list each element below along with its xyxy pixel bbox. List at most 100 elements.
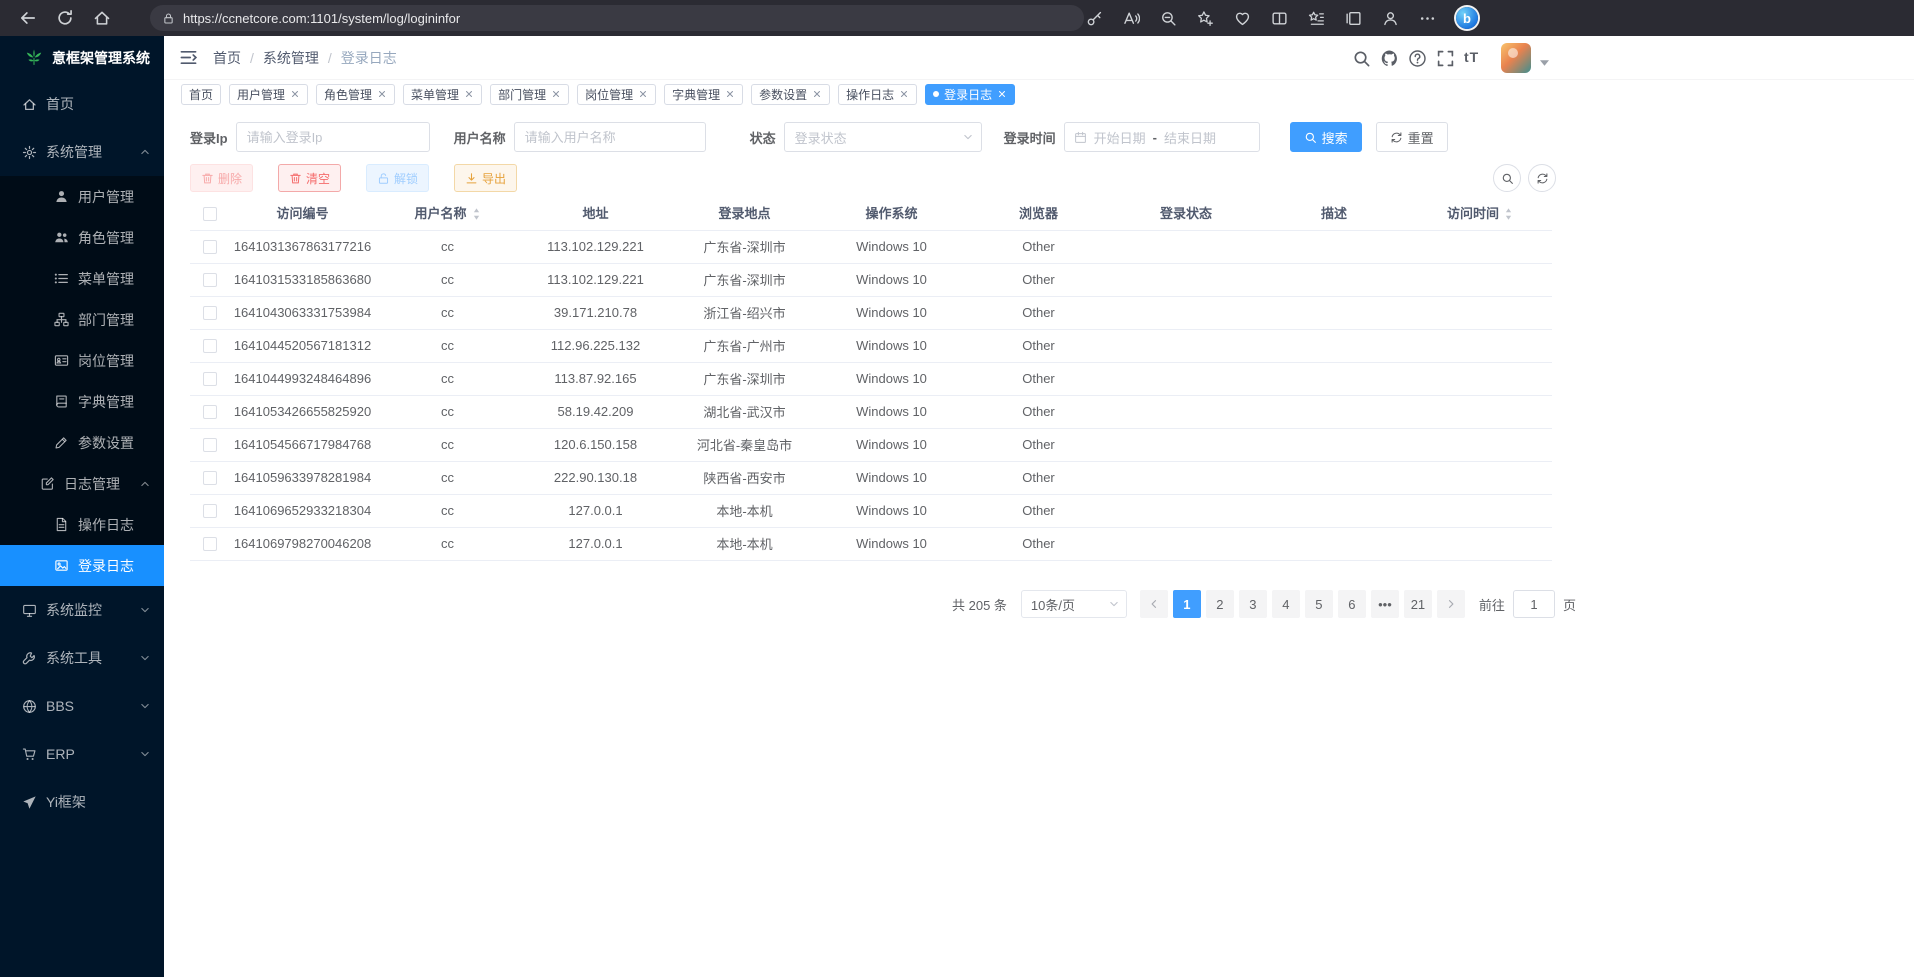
row-checkbox[interactable] bbox=[203, 273, 217, 287]
favorites-icon[interactable] bbox=[1308, 10, 1325, 27]
font-size-icon[interactable]: tT bbox=[1464, 49, 1479, 68]
collections-icon[interactable] bbox=[1345, 10, 1362, 27]
column-header[interactable]: 用户名称 bbox=[375, 196, 520, 230]
user-avatar[interactable] bbox=[1501, 43, 1531, 73]
sidebar-item-role-management[interactable]: 角色管理 bbox=[0, 217, 164, 258]
read-aloud-icon[interactable] bbox=[1123, 10, 1140, 27]
row-checkbox[interactable] bbox=[203, 537, 217, 551]
tab-post-management[interactable]: 岗位管理 bbox=[577, 84, 656, 105]
settings-menu-icon[interactable] bbox=[1419, 10, 1436, 27]
page-button-5[interactable]: 5 bbox=[1305, 590, 1333, 618]
sidebar-item-yi-framework[interactable]: Yi框架 bbox=[0, 782, 164, 822]
reload-icon[interactable] bbox=[56, 9, 74, 27]
row-checkbox[interactable] bbox=[203, 504, 217, 518]
sidebar-item-department-management[interactable]: 部门管理 bbox=[0, 299, 164, 340]
split-screen-icon[interactable] bbox=[1271, 10, 1288, 27]
sidebar-item-user-management[interactable]: 用户管理 bbox=[0, 176, 164, 217]
user-name-input[interactable] bbox=[514, 122, 706, 152]
page-button-4[interactable]: 4 bbox=[1272, 590, 1300, 618]
search-icon[interactable] bbox=[1352, 49, 1371, 68]
sidebar-item-home[interactable]: 首页 bbox=[0, 84, 164, 124]
unlock-button[interactable]: 解锁 bbox=[366, 164, 429, 192]
sidebar-item-bbs[interactable]: BBS bbox=[0, 686, 164, 726]
address-bar[interactable]: https://ccnetcore.com:1101/system/log/lo… bbox=[150, 5, 1084, 31]
row-checkbox[interactable] bbox=[203, 405, 217, 419]
page-jump-input[interactable] bbox=[1513, 590, 1555, 618]
page-button-6[interactable]: 6 bbox=[1338, 590, 1366, 618]
breadcrumb-item[interactable]: 系统管理 bbox=[263, 48, 319, 68]
close-icon[interactable] bbox=[638, 89, 648, 99]
page-ellipsis[interactable]: ••• bbox=[1371, 590, 1399, 618]
row-checkbox[interactable] bbox=[203, 471, 217, 485]
close-icon[interactable] bbox=[725, 89, 735, 99]
tab-home[interactable]: 首页 bbox=[181, 84, 221, 105]
close-icon[interactable] bbox=[551, 89, 561, 99]
sidebar-item-login-log[interactable]: 登录日志 bbox=[0, 545, 164, 586]
browser-essentials-icon[interactable] bbox=[1234, 10, 1251, 27]
tab-parameter-settings[interactable]: 参数设置 bbox=[751, 84, 830, 105]
tab-login-log[interactable]: 登录日志 bbox=[925, 84, 1015, 105]
close-icon[interactable] bbox=[812, 89, 822, 99]
copilot-icon[interactable]: b bbox=[1456, 7, 1478, 29]
sidebar-item-erp[interactable]: ERP bbox=[0, 734, 164, 774]
lock-icon[interactable] bbox=[162, 12, 175, 25]
table-search-toggle[interactable] bbox=[1493, 164, 1521, 192]
tab-department-management[interactable]: 部门管理 bbox=[490, 84, 569, 105]
select-all-checkbox[interactable] bbox=[203, 207, 217, 221]
sidebar-item-system-tools[interactable]: 系统工具 bbox=[0, 638, 164, 678]
close-icon[interactable] bbox=[997, 89, 1007, 99]
date-range-picker[interactable]: 开始日期 - 结束日期 bbox=[1064, 122, 1260, 152]
fullscreen-icon[interactable] bbox=[1436, 49, 1455, 68]
tab-dictionary-management[interactable]: 字典管理 bbox=[664, 84, 743, 105]
home-icon[interactable] bbox=[93, 9, 111, 27]
back-icon[interactable] bbox=[19, 9, 37, 27]
sidebar-item-menu-management[interactable]: 菜单管理 bbox=[0, 258, 164, 299]
column-header[interactable]: 访问时间 bbox=[1408, 196, 1552, 230]
reset-button[interactable]: 重置 bbox=[1376, 122, 1448, 152]
add-favorite-icon[interactable] bbox=[1197, 10, 1214, 27]
breadcrumb-item[interactable]: 首页 bbox=[213, 48, 241, 68]
close-icon[interactable] bbox=[464, 89, 474, 99]
tab-role-management[interactable]: 角色管理 bbox=[316, 84, 395, 105]
next-page-button[interactable] bbox=[1437, 590, 1465, 618]
row-checkbox[interactable] bbox=[203, 339, 217, 353]
sidebar-item-parameter-settings[interactable]: 参数设置 bbox=[0, 422, 164, 463]
sidebar-item-log-management[interactable]: 日志管理 bbox=[0, 463, 164, 504]
close-icon[interactable] bbox=[899, 89, 909, 99]
page-button-3[interactable]: 3 bbox=[1239, 590, 1267, 618]
page-size-select[interactable]: 10条/页 bbox=[1021, 590, 1127, 618]
row-checkbox[interactable] bbox=[203, 240, 217, 254]
sidebar-item-post-management[interactable]: 岗位管理 bbox=[0, 340, 164, 381]
row-checkbox[interactable] bbox=[203, 372, 217, 386]
status-select[interactable]: 登录状态 bbox=[784, 122, 982, 152]
page-button-1[interactable]: 1 bbox=[1173, 590, 1201, 618]
profile-icon[interactable] bbox=[1382, 10, 1399, 27]
tab-user-management[interactable]: 用户管理 bbox=[229, 84, 308, 105]
zoom-out-icon[interactable] bbox=[1160, 10, 1177, 27]
github-icon[interactable] bbox=[1380, 49, 1399, 68]
clear-button[interactable]: 清空 bbox=[278, 164, 341, 192]
table-refresh-button[interactable] bbox=[1528, 164, 1556, 192]
login-ip-input[interactable] bbox=[236, 122, 430, 152]
row-checkbox[interactable] bbox=[203, 306, 217, 320]
export-button[interactable]: 导出 bbox=[454, 164, 517, 192]
sidebar-item-dictionary-management[interactable]: 字典管理 bbox=[0, 381, 164, 422]
help-icon[interactable] bbox=[1408, 49, 1427, 68]
sort-caret-icon[interactable] bbox=[472, 207, 481, 221]
delete-button[interactable]: 删除 bbox=[190, 164, 253, 192]
tab-menu-management[interactable]: 菜单管理 bbox=[403, 84, 482, 105]
search-button[interactable]: 搜索 bbox=[1290, 122, 1362, 152]
sidebar-item-operation-log[interactable]: 操作日志 bbox=[0, 504, 164, 545]
page-button-21[interactable]: 21 bbox=[1404, 590, 1432, 618]
close-icon[interactable] bbox=[290, 89, 300, 99]
prev-page-button[interactable] bbox=[1140, 590, 1168, 618]
sort-caret-icon[interactable] bbox=[1504, 207, 1513, 221]
close-icon[interactable] bbox=[377, 89, 387, 99]
password-key-icon[interactable] bbox=[1086, 10, 1103, 27]
menu-fold-icon[interactable] bbox=[179, 48, 198, 67]
row-checkbox[interactable] bbox=[203, 438, 217, 452]
sidebar-item-system-management[interactable]: 系统管理 bbox=[0, 132, 164, 172]
page-button-2[interactable]: 2 bbox=[1206, 590, 1234, 618]
tab-operation-log[interactable]: 操作日志 bbox=[838, 84, 917, 105]
sidebar-item-system-monitor[interactable]: 系统监控 bbox=[0, 590, 164, 630]
